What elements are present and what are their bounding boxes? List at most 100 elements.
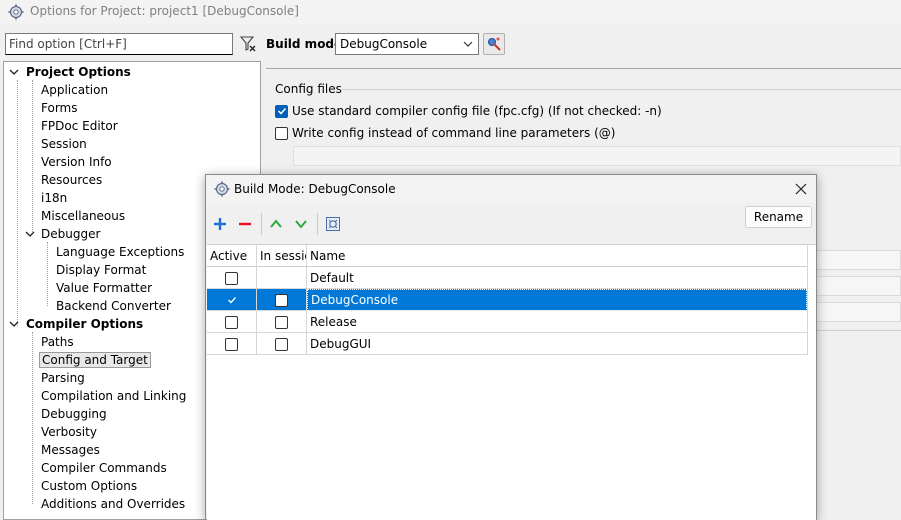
dialog-title: Build Mode: DebugConsole — [234, 182, 396, 196]
filter-clear-button[interactable] — [238, 34, 258, 54]
use-standard-config-checkbox[interactable]: Use standard compiler config file (fpc.c… — [275, 104, 662, 118]
tree-label: Display Format — [56, 263, 147, 277]
tree-label: Backend Converter — [56, 299, 171, 313]
build-mode-diff-button[interactable] — [323, 214, 343, 234]
tree-item-additions-and-overrides[interactable]: Additions and Overrides — [39, 495, 187, 513]
tree-label: Forms — [41, 101, 78, 115]
tree-item-display-format[interactable]: Display Format — [54, 261, 148, 279]
tree-item-compiler-commands[interactable]: Compiler Commands — [39, 459, 169, 477]
tree-label: Project Options — [26, 65, 131, 79]
in-session-checkbox[interactable] — [275, 315, 288, 329]
tree-label: Miscellaneous — [41, 209, 126, 223]
checkbox-checked[interactable] — [275, 104, 288, 118]
rename-button[interactable]: Rename — [745, 206, 812, 228]
add-build-mode-button[interactable] — [210, 214, 230, 234]
build-mode-select[interactable]: DebugConsole — [335, 33, 479, 55]
gear-icon — [214, 181, 230, 197]
active-checkbox[interactable] — [225, 271, 238, 285]
config-files-title: Config files — [275, 82, 342, 96]
write-config-checkbox[interactable]: Write config instead of command line par… — [275, 126, 615, 140]
chevron-down-icon — [463, 41, 473, 47]
tree-connector — [32, 80, 33, 234]
window-titlebar: Options for Project: project1 [DebugCons… — [0, 0, 901, 24]
toolbar-separator — [317, 213, 318, 235]
tree-item-language-exceptions[interactable]: Language Exceptions — [54, 243, 186, 261]
active-checkbox[interactable] — [225, 315, 238, 329]
tree-item-fpdoc-editor[interactable]: FPDoc Editor — [39, 117, 120, 135]
table-row[interactable]: Release — [207, 311, 807, 333]
search-input[interactable] — [5, 33, 233, 55]
background-field — [816, 302, 901, 322]
tree-item-custom-options[interactable]: Custom Options — [39, 477, 139, 495]
tree-item-value-formatter[interactable]: Value Formatter — [54, 279, 154, 297]
column-header-name[interactable]: Name — [307, 245, 807, 267]
dialog-titlebar: Build Mode: DebugConsole — [206, 175, 816, 203]
grid-header: Active In sessio Name — [207, 245, 807, 267]
config-path-field[interactable] — [293, 146, 901, 166]
column-header-in-session[interactable]: In sessio — [257, 245, 307, 267]
in-session-checkbox[interactable] — [275, 293, 288, 307]
tree-label: Messages — [41, 443, 100, 457]
compare-icon — [326, 217, 340, 231]
tree-group-debugger[interactable]: Debugger — [24, 225, 102, 243]
build-modes-dialog-button[interactable] — [483, 33, 505, 55]
table-row[interactable]: DebugGUI — [207, 333, 807, 355]
chevron-down-icon — [295, 220, 307, 229]
tree-label: Compilation and Linking — [41, 389, 187, 403]
tree-label: Session — [41, 137, 87, 151]
tree-label: Additions and Overrides — [41, 497, 186, 511]
tree-item-session[interactable]: Session — [39, 135, 89, 153]
chevron-down-icon — [9, 321, 19, 327]
chevron-down-icon — [9, 69, 19, 75]
tree-item-i18n[interactable]: i18n — [39, 189, 69, 207]
checkbox-unchecked[interactable] — [275, 126, 288, 140]
tree-item-debugging[interactable]: Debugging — [39, 405, 109, 423]
tree-label: Resources — [41, 173, 103, 187]
tree-item-verbosity[interactable]: Verbosity — [39, 423, 99, 441]
build-mode-name: Default — [310, 271, 354, 285]
tree-item-backend-converter[interactable]: Backend Converter — [54, 297, 173, 315]
active-checkbox[interactable] — [225, 337, 238, 351]
build-mode-label: Build mode — [266, 37, 343, 51]
tree-group-compiler-options[interactable]: Compiler Options — [8, 315, 145, 333]
tree-label: Custom Options — [41, 479, 138, 493]
tree-item-version-info[interactable]: Version Info — [39, 153, 114, 171]
active-checkbox[interactable] — [225, 293, 238, 307]
tree-item-application[interactable]: Application — [39, 81, 110, 99]
build-mode-name: Release — [310, 315, 357, 329]
plus-icon — [214, 218, 226, 230]
settings-wand-icon — [488, 37, 501, 51]
table-row[interactable]: DebugConsole — [207, 289, 807, 311]
check-icon — [227, 297, 236, 304]
move-up-button[interactable] — [266, 214, 286, 234]
column-header-active[interactable]: Active — [207, 245, 257, 267]
build-modes-grid[interactable]: Active In sessio Name Default DebugConso… — [207, 244, 816, 520]
close-button[interactable] — [792, 180, 810, 198]
tree-item-miscellaneous[interactable]: Miscellaneous — [39, 207, 127, 225]
grid-edge — [807, 245, 808, 355]
tree-item-parsing[interactable]: Parsing — [39, 369, 87, 387]
tree-label: Paths — [41, 335, 74, 349]
close-icon — [795, 183, 807, 195]
tree-item-paths[interactable]: Paths — [39, 333, 76, 351]
tree-group-project-options[interactable]: Project Options — [8, 63, 133, 81]
tree-item-messages[interactable]: Messages — [39, 441, 102, 459]
in-session-cell — [257, 267, 307, 289]
tree-connector — [47, 242, 48, 306]
move-down-button[interactable] — [291, 214, 311, 234]
tree-label: Parsing — [41, 371, 85, 385]
in-session-checkbox[interactable] — [275, 337, 288, 351]
tree-item-compilation-and-linking[interactable]: Compilation and Linking — [39, 387, 188, 405]
table-row[interactable]: Default — [207, 267, 807, 289]
tree-label: Language Exceptions — [56, 245, 185, 259]
tree-item-forms[interactable]: Forms — [39, 99, 79, 117]
filter-clear-icon — [239, 36, 256, 52]
remove-build-mode-button[interactable] — [235, 214, 255, 234]
tree-item-resources[interactable]: Resources — [39, 171, 104, 189]
build-mode-dialog: Build Mode: DebugConsole Rename Active I… — [205, 174, 817, 520]
build-mode-value: DebugConsole — [340, 37, 428, 51]
gear-icon — [8, 4, 24, 20]
tree-item-config-and-target[interactable]: Config and Target — [39, 351, 151, 369]
tree-label: Config and Target — [39, 352, 151, 368]
tree-label: Debugger — [41, 227, 101, 241]
